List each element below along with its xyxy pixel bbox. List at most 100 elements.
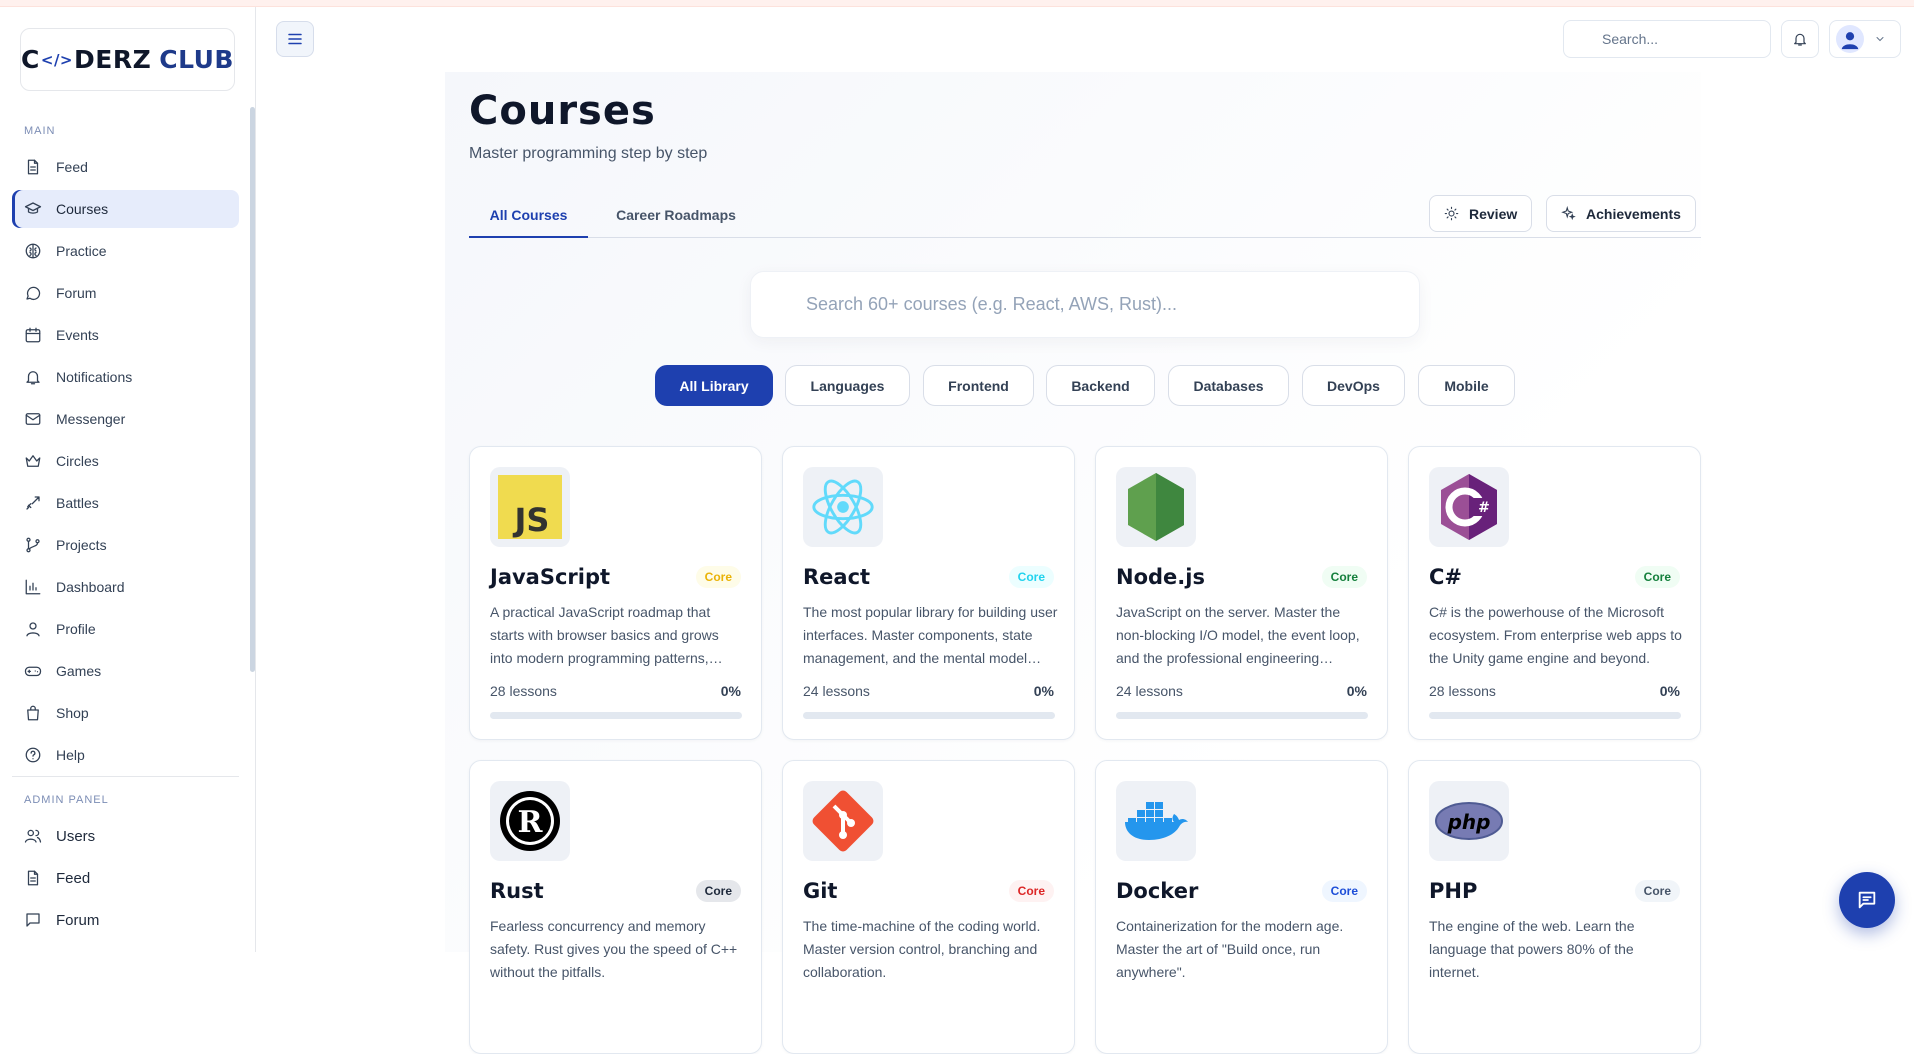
rust-logo-icon: R	[500, 791, 560, 851]
brand-part2: DERZ	[74, 45, 152, 74]
course-badge: Core	[695, 566, 741, 588]
sidebar-item-label: Feed	[56, 869, 91, 887]
sidebar-item-notifications[interactable]: Notifications	[12, 358, 239, 396]
filter-languages[interactable]: Languages	[785, 365, 910, 406]
sidebar-item-help[interactable]: Help	[12, 736, 239, 774]
brand-logo[interactable]: C </> DERZ CLUB	[20, 28, 235, 91]
global-search-input[interactable]	[1563, 20, 1771, 58]
svg-text:php: php	[1447, 810, 1491, 834]
file-icon	[24, 869, 42, 887]
sidebar-item-forum[interactable]: Forum	[12, 274, 239, 312]
filter-all-library[interactable]: All Library	[655, 365, 773, 406]
sidebar-item-games[interactable]: Games	[12, 652, 239, 690]
course-search-input[interactable]	[750, 271, 1420, 338]
tab-all-courses[interactable]: All Courses	[469, 193, 588, 238]
course-progress-text: 0%	[1033, 683, 1054, 699]
gamepad-icon	[24, 662, 42, 680]
achievements-label: Achievements	[1586, 205, 1681, 222]
sidebar-item-events[interactable]: Events	[12, 316, 239, 354]
csharp-logo-icon: #	[1441, 474, 1497, 540]
sidebar-item-practice[interactable]: Practice	[12, 232, 239, 270]
svg-text:#: #	[1478, 500, 1490, 516]
course-lessons: 28 lessons	[1429, 683, 1496, 699]
sidebar-item-battles[interactable]: Battles	[12, 484, 239, 522]
sidebar-item-label: Help	[56, 747, 85, 763]
filter-frontend[interactable]: Frontend	[923, 365, 1034, 406]
user-menu-button[interactable]	[1829, 20, 1901, 58]
react-logo-icon	[812, 479, 874, 535]
sidebar-item-label: Forum	[56, 285, 97, 301]
filter-devops[interactable]: DevOps	[1302, 365, 1405, 406]
sidebar-item-shop[interactable]: Shop	[12, 694, 239, 732]
course-progress-bar	[1116, 712, 1368, 719]
course-logo	[803, 467, 883, 547]
course-logo: R	[490, 781, 570, 861]
svg-text:R: R	[518, 805, 544, 840]
javascript-logo-icon: JS	[498, 475, 562, 539]
course-badge: Core	[695, 880, 741, 902]
sidebar-scrollbar[interactable]	[250, 107, 255, 672]
chat-button[interactable]	[1839, 872, 1895, 928]
sidebar-item-label: Dashboard	[56, 579, 125, 595]
course-badge: Core	[1008, 566, 1054, 588]
achievements-button[interactable]: Achievements	[1546, 195, 1696, 232]
brand-part3: CLUB	[159, 45, 234, 74]
course-description: The time-machine of the coding world. Ma…	[803, 918, 1041, 980]
chat-bubble-icon	[24, 284, 42, 302]
course-name: Git	[803, 879, 838, 903]
course-name: JavaScript	[490, 565, 611, 589]
php-logo-icon: php	[1435, 802, 1503, 840]
sidebar-admin-item-forum[interactable]: Forum	[12, 901, 239, 939]
filter-mobile[interactable]: Mobile	[1418, 365, 1515, 406]
course-name: React	[803, 565, 871, 589]
sidebar-item-label: Practice	[56, 243, 107, 259]
course-progress-bar	[1429, 712, 1681, 719]
page-subtitle: Master programming step by step	[469, 145, 708, 162]
sidebar-item-feed[interactable]: Feed	[12, 148, 239, 186]
course-name: PHP	[1429, 879, 1478, 903]
course-logo	[1116, 467, 1196, 547]
review-button[interactable]: Review	[1429, 195, 1533, 232]
sidebar-item-label: Courses	[56, 201, 109, 217]
course-card-git[interactable]: Git Core The time-machine of the coding …	[782, 760, 1075, 1054]
course-progress-bar	[803, 712, 1055, 719]
course-name: Rust	[490, 879, 544, 903]
course-card-rust[interactable]: R Rust Core Fearless concurrency and mem…	[469, 760, 762, 1054]
review-label: Review	[1469, 205, 1518, 222]
sidebar-item-projects[interactable]: Projects	[12, 526, 239, 564]
avatar	[1836, 25, 1864, 53]
page-title: Courses	[469, 88, 656, 134]
sidebar-item-label: Events	[56, 327, 99, 343]
sidebar-item-dashboard[interactable]: Dashboard	[12, 568, 239, 606]
brand-part1: C	[21, 45, 40, 74]
bell-icon	[24, 368, 42, 386]
course-card-react[interactable]: React Core The most popular library for …	[782, 446, 1075, 740]
notifications-button[interactable]	[1781, 20, 1819, 58]
course-card-docker[interactable]: Docker Core Containerization for the mod…	[1095, 760, 1388, 1054]
filter-databases[interactable]: Databases	[1168, 365, 1289, 406]
course-card-csharp[interactable]: # C# Core C# is the powerhouse of the Mi…	[1408, 446, 1701, 740]
menu-toggle-button[interactable]	[276, 21, 314, 57]
course-card-php[interactable]: php PHP Core The engine of the web. Lear…	[1408, 760, 1701, 1054]
user-avatar-icon	[1841, 32, 1859, 50]
tab-career-roadmaps[interactable]: Career Roadmaps	[611, 193, 741, 237]
sidebar-item-circles[interactable]: Circles	[12, 442, 239, 480]
course-logo: JS	[490, 467, 570, 547]
course-card-nodejs[interactable]: Node.js Core JavaScript on the server. M…	[1095, 446, 1388, 740]
top-border	[0, 0, 1914, 7]
course-description: JavaScript on the server. Master the non…	[1116, 604, 1360, 666]
sidebar-item-messenger[interactable]: Messenger	[12, 400, 239, 438]
course-description: C# is the powerhouse of the Microsoft ec…	[1429, 604, 1682, 666]
sidebar-item-label: Projects	[56, 537, 107, 553]
sidebar-admin-item-users[interactable]: Users	[12, 817, 239, 855]
sidebar-item-courses[interactable]: Courses	[12, 190, 239, 228]
course-name: Docker	[1116, 879, 1199, 903]
git-logo-icon	[812, 790, 874, 852]
filter-backend[interactable]: Backend	[1046, 365, 1155, 406]
sidebar-admin-item-feed[interactable]: Feed	[12, 859, 239, 897]
graduation-cap-icon	[24, 200, 42, 218]
help-circle-icon	[24, 746, 42, 764]
course-card-javascript[interactable]: JS JavaScript Core A practical JavaScrip…	[469, 446, 762, 740]
sidebar-item-label: Circles	[56, 453, 99, 469]
sidebar-item-profile[interactable]: Profile	[12, 610, 239, 648]
